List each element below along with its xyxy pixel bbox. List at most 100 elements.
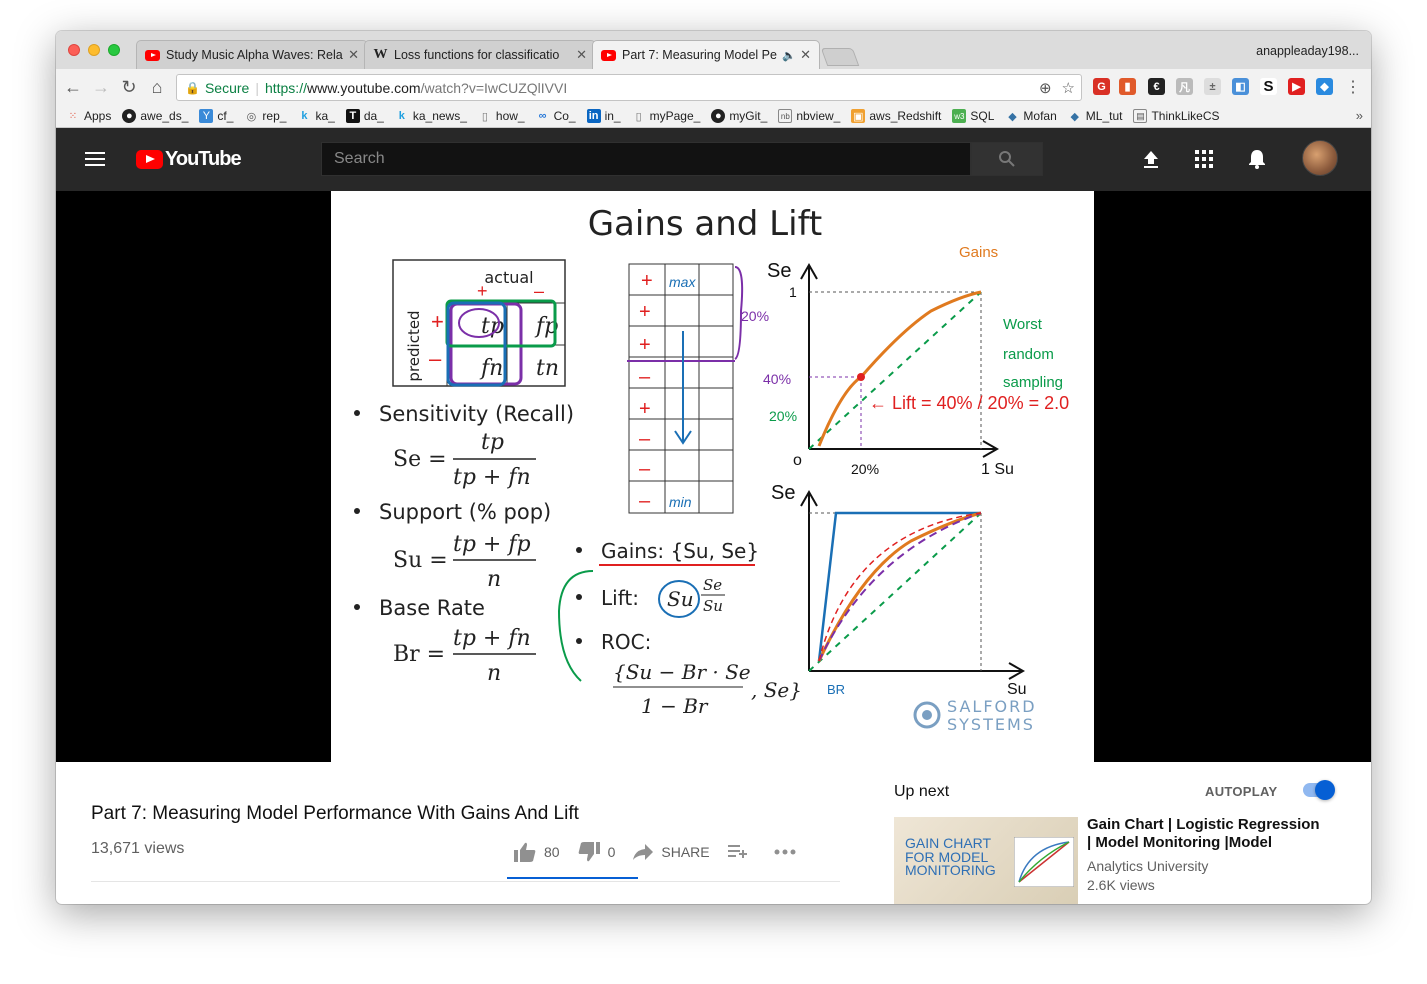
youtube-logo[interactable]: YouTube xyxy=(136,148,242,171)
svg-text:Br =: Br = xyxy=(393,642,445,667)
bookmark-star-icon[interactable]: ☆ xyxy=(1062,79,1075,97)
chrome-menu-icon[interactable]: ⋮ xyxy=(1342,76,1364,98)
bookmark-label: how_ xyxy=(495,109,525,123)
bookmark-item[interactable]: ● awe_ds_ xyxy=(122,109,188,123)
base-rate-label: Base Rate xyxy=(379,596,485,620)
speaker-icon[interactable]: 🔈 xyxy=(782,49,796,62)
reload-button[interactable]: ↻ xyxy=(118,76,140,98)
svg-text:–: – xyxy=(534,281,544,301)
svg-text:Se =: Se = xyxy=(393,447,447,472)
close-window-button[interactable] xyxy=(68,44,80,56)
hamburger-menu-icon[interactable] xyxy=(85,152,105,166)
like-button[interactable]: 80 xyxy=(514,842,560,862)
svg-text:–: – xyxy=(639,366,651,388)
bookmark-label: ThinkLikeCS xyxy=(1151,109,1220,123)
address-bar[interactable]: 🔒 Secure | https:// www.youtube.com /wat… xyxy=(176,74,1082,101)
bookmark-item[interactable]: ▣ aws_Redshift xyxy=(851,109,941,123)
svg-text:Se: Se xyxy=(703,576,722,594)
lock-icon: 🔒 xyxy=(185,80,200,95)
bookmark-item[interactable]: ▯ myPage_ xyxy=(632,109,701,123)
bookmark-item[interactable]: ▯ how_ xyxy=(478,109,525,123)
bookmark-item[interactable]: ◎ rep_ xyxy=(244,109,287,123)
roc-label: ROC: xyxy=(601,630,651,654)
bookmark-item[interactable]: ● myGit_ xyxy=(711,109,767,123)
extension-icon[interactable]: S xyxy=(1260,78,1277,95)
share-label: SHARE xyxy=(661,844,710,860)
share-button[interactable]: SHARE xyxy=(633,844,710,860)
forward-button[interactable]: → xyxy=(90,76,112,98)
svg-text:fn: fn xyxy=(479,356,503,381)
bookmark-label: cf_ xyxy=(217,109,234,123)
recommendation-views: 2.6K views xyxy=(1087,877,1155,893)
bookmark-item[interactable]: Ycf_ xyxy=(199,109,233,123)
slide-title: Gains and Lift xyxy=(588,204,823,244)
video-player[interactable]: Gains and Lift actual predicted tp fp fn… xyxy=(56,191,1371,762)
extension-icon[interactable]: ▶ xyxy=(1288,78,1305,95)
upload-icon[interactable] xyxy=(1140,148,1162,170)
extension-icon[interactable]: 凡 xyxy=(1176,78,1193,95)
github-icon: ● xyxy=(122,109,137,123)
rep-icon: ◎ xyxy=(246,110,257,123)
svg-text:BR: BR xyxy=(827,682,845,697)
search-button[interactable] xyxy=(971,142,1043,176)
bookmarks-overflow-icon[interactable]: » xyxy=(1356,108,1363,123)
recommendation-thumbnail[interactable]: GAIN CHART FOR MODEL MONITORING xyxy=(894,817,1078,904)
matrix-actual-label: actual xyxy=(484,268,533,287)
bookmark-item[interactable]: ◆ ML_tut xyxy=(1068,109,1123,123)
notification-bell-icon[interactable] xyxy=(1246,148,1268,170)
browser-tab-active[interactable]: Part 7: Measuring Model Pe 🔈 ✕ xyxy=(592,40,820,69)
back-button[interactable]: ← xyxy=(62,76,84,98)
bookmark-item[interactable]: in in_ xyxy=(586,109,621,123)
more-actions-button[interactable] xyxy=(774,849,804,855)
maximize-window-button[interactable] xyxy=(108,44,120,56)
youtube-icon xyxy=(145,48,160,63)
browser-tab[interactable]: Study Music Alpha Waves: Rela ✕ xyxy=(136,40,368,69)
close-tab-icon[interactable]: ✕ xyxy=(576,47,587,63)
svg-text:1 − Br: 1 − Br xyxy=(641,694,709,718)
zoom-icon[interactable]: ⊕ xyxy=(1039,79,1052,97)
svg-text:tp + fn: tp + fn xyxy=(453,626,531,651)
svg-text:1 Su: 1 Su xyxy=(981,461,1014,478)
bookmark-label: Mofan xyxy=(1023,109,1057,123)
bookmark-item[interactable]: ⁙ Apps xyxy=(66,109,112,123)
svg-text:, Se}: , Se} xyxy=(751,678,802,702)
extension-icon[interactable]: ▮ xyxy=(1119,78,1136,95)
minimize-window-button[interactable] xyxy=(88,44,100,56)
browser-tab[interactable]: W Loss functions for classificatio ✕ xyxy=(364,40,596,69)
profile-name[interactable]: anappleaday198... xyxy=(1256,44,1359,58)
extension-icon[interactable]: G xyxy=(1093,78,1110,95)
svg-text:random: random xyxy=(1003,346,1054,363)
apps-grid-icon[interactable] xyxy=(1193,148,1215,170)
extension-icon[interactable]: ◧ xyxy=(1232,78,1249,95)
recommendation-title[interactable]: Gain Chart | Logistic Regression | Model… xyxy=(1087,816,1327,852)
bookmark-item[interactable]: Tda_ xyxy=(345,109,384,123)
svg-text:Su: Su xyxy=(667,587,694,611)
add-to-playlist-button[interactable] xyxy=(727,845,756,859)
salford-logo-line2: SYSTEMS xyxy=(947,715,1035,734)
close-tab-icon[interactable]: ✕ xyxy=(348,47,359,63)
bookmark-item[interactable]: w3 SQL xyxy=(952,109,994,123)
avatar[interactable] xyxy=(1302,140,1338,176)
bookmark-item[interactable]: ◆ Mofan xyxy=(1005,109,1057,123)
search-input[interactable]: Search xyxy=(321,142,971,176)
bookmark-item[interactable]: nb nbview_ xyxy=(778,109,840,123)
extension-icon[interactable]: ± xyxy=(1204,78,1221,95)
like-count: 80 xyxy=(544,844,560,860)
bookmark-label: rep_ xyxy=(262,109,287,123)
bookmark-item[interactable]: k ka_news_ xyxy=(395,109,467,123)
bookmark-item[interactable]: ▤ ThinkLikeCS xyxy=(1133,109,1220,123)
recommendation-channel[interactable]: Analytics University xyxy=(1087,858,1208,874)
cf-icon: Y xyxy=(199,109,214,123)
home-button[interactable]: ⌂ xyxy=(146,76,168,98)
extension-icon[interactable]: ◆ xyxy=(1316,78,1333,95)
new-tab-button[interactable] xyxy=(820,48,860,66)
extension-icon[interactable]: € xyxy=(1148,78,1165,95)
dislike-button[interactable]: 0 xyxy=(578,842,615,862)
bookmark-item[interactable]: ∞ Co_ xyxy=(536,109,576,123)
bookmark-item[interactable]: k ka_ xyxy=(297,109,334,123)
nb-icon: nb xyxy=(778,109,793,123)
thumbnail-chart-graphic xyxy=(1014,837,1074,887)
bookmark-label: in_ xyxy=(604,109,621,123)
close-tab-icon[interactable]: ✕ xyxy=(800,47,811,63)
autoplay-toggle[interactable] xyxy=(1303,780,1335,800)
